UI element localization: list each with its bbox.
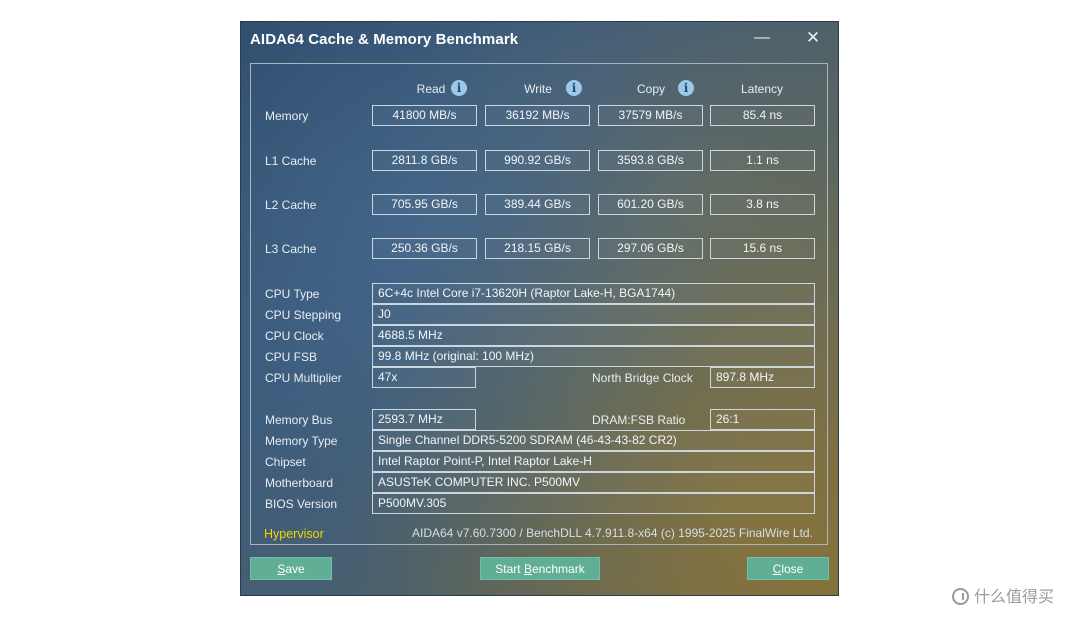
memory-read-value: 41800 MB/s (372, 105, 477, 126)
cpu-fsb-value: 99.8 MHz (original: 100 MHz) (372, 346, 815, 367)
save-button[interactable]: Save (250, 557, 332, 580)
close-button[interactable]: Close (747, 557, 829, 580)
close-label: lose (781, 562, 804, 576)
cpu-stepping-value: J0 (372, 304, 815, 325)
header-copy: Copy (636, 82, 665, 96)
l3-write-value: 218.15 GB/s (485, 238, 590, 259)
l1-latency-value: 1.1 ns (710, 150, 815, 171)
l1-read-value: 2811.8 GB/s (372, 150, 477, 171)
info-copy-icon[interactable]: i (678, 80, 694, 96)
version-info: AIDA64 v7.60.7300 / BenchDLL 4.7.911.8-x… (412, 526, 813, 540)
watermark-text: 什么值得买 (974, 589, 1055, 606)
motherboard-value: ASUSTeK COMPUTER INC. P500MV (372, 472, 815, 493)
l3-read-value: 250.36 GB/s (372, 238, 477, 259)
label-l2-cache: L2 Cache (265, 198, 317, 212)
header-write: Write (524, 82, 552, 96)
cpu-clock-value: 4688.5 MHz (372, 325, 815, 346)
label-memory: Memory (265, 109, 309, 123)
label-l1-cache: L1 Cache (265, 154, 317, 168)
label-motherboard: Motherboard (265, 476, 334, 490)
label-memory-bus: Memory Bus (265, 413, 333, 427)
info-write-icon[interactable]: i (566, 80, 582, 96)
label-chipset: Chipset (265, 455, 306, 469)
start-benchmark-button[interactable]: Start Benchmark (480, 557, 600, 580)
memory-latency-value: 85.4 ns (710, 105, 815, 126)
label-cpu-clock: CPU Clock (265, 329, 324, 343)
memory-bus-value: 2593.7 MHz (372, 409, 476, 430)
cpu-type-value: 6C+4c Intel Core i7-13620H (Raptor Lake-… (372, 283, 815, 304)
info-read-icon[interactable]: i (451, 80, 467, 96)
l3-latency-value: 15.6 ns (710, 238, 815, 259)
label-memory-type: Memory Type (265, 434, 338, 448)
l2-read-value: 705.95 GB/s (372, 194, 477, 215)
bios-version-value: P500MV.305 (372, 493, 815, 514)
header-latency: Latency (740, 82, 784, 96)
watermark: 什么值得买 (952, 583, 1054, 607)
dram-fsb-ratio-value: 26:1 (710, 409, 815, 430)
chipset-value: Intel Raptor Point-P, Intel Raptor Lake-… (372, 451, 815, 472)
l2-copy-value: 601.20 GB/s (598, 194, 703, 215)
label-dram-fsb-ratio: DRAM:FSB Ratio (592, 413, 686, 427)
l1-write-value: 990.92 GB/s (485, 150, 590, 171)
benchmark-window: AIDA64 Cache & Memory Benchmark — ✕ Read… (241, 22, 838, 595)
memory-write-value: 36192 MB/s (485, 105, 590, 126)
save-label: ave (285, 562, 305, 576)
l3-copy-value: 297.06 GB/s (598, 238, 703, 259)
l2-write-value: 389.44 GB/s (485, 194, 590, 215)
memory-copy-value: 37579 MB/s (598, 105, 703, 126)
l1-copy-value: 3593.8 GB/s (598, 150, 703, 171)
window-title: AIDA64 Cache & Memory Benchmark (250, 31, 519, 48)
north-bridge-clock-value: 897.8 MHz (710, 367, 815, 388)
results-panel: Read i Write i Copy i Latency Memory 418… (250, 63, 828, 545)
minimize-button[interactable]: — (749, 28, 775, 48)
label-cpu-stepping: CPU Stepping (265, 308, 342, 322)
memory-type-value: Single Channel DDR5-5200 SDRAM (46-43-43… (372, 430, 815, 451)
label-l3-cache: L3 Cache (265, 242, 317, 256)
label-cpu-multiplier: CPU Multiplier (265, 371, 342, 385)
label-north-bridge-clock: North Bridge Clock (592, 371, 693, 385)
watermark-logo-icon (952, 588, 969, 605)
label-cpu-fsb: CPU FSB (265, 350, 318, 364)
header-read: Read (416, 82, 446, 96)
start-label-b: enchmark (532, 562, 585, 576)
start-label-a: Start (495, 562, 524, 576)
close-window-button[interactable]: ✕ (800, 28, 826, 48)
start-mnemonic: B (523, 562, 532, 576)
hypervisor-label: Hypervisor (264, 527, 324, 541)
l2-latency-value: 3.8 ns (710, 194, 815, 215)
label-cpu-type: CPU Type (265, 287, 320, 301)
cpu-multiplier-value: 47x (372, 367, 476, 388)
label-bios-version: BIOS Version (265, 497, 338, 511)
